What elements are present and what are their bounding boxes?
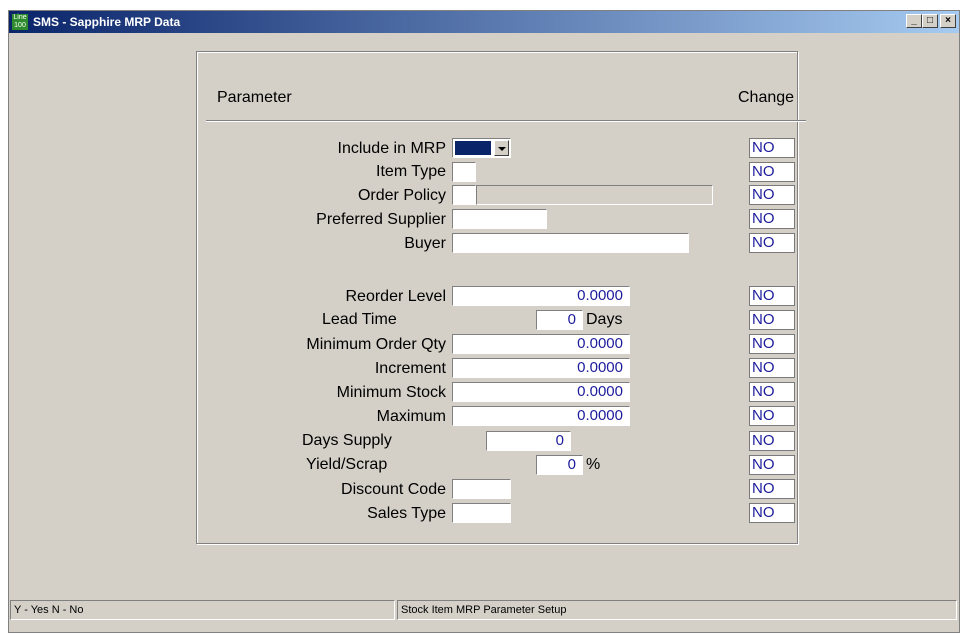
increment-change[interactable]: NO (749, 358, 795, 378)
sales-type-change[interactable]: NO (749, 503, 795, 523)
discount-code-change[interactable]: NO (749, 479, 795, 499)
minimum-order-qty-label: Minimum Order Qty (306, 336, 446, 353)
yield-scrap-unit: % (586, 456, 601, 473)
buyer-field[interactable] (452, 233, 689, 253)
sales-type-field[interactable] (452, 503, 511, 523)
selected-value-highlight (455, 141, 491, 155)
minimum-stock-label: Minimum Stock (336, 384, 446, 401)
parameter-header: Parameter (217, 89, 292, 106)
dropdown-button[interactable] (494, 140, 509, 156)
order-policy-description (476, 185, 713, 205)
item-type-label: Item Type (376, 163, 446, 180)
sales-type-label: Sales Type (367, 505, 446, 522)
include-in-mrp-label: Include in MRP (337, 140, 447, 157)
order-policy-label: Order Policy (357, 187, 446, 204)
maximize-button[interactable]: □ (922, 14, 938, 28)
status-help: Y - Yes N - No (10, 600, 395, 620)
maximum-change[interactable]: NO (749, 406, 795, 426)
include-in-mrp-select[interactable] (452, 138, 511, 158)
lead-time-label: Lead Time (322, 311, 397, 328)
discount-code-label: Discount Code (341, 481, 446, 498)
increment-label: Increment (374, 360, 446, 377)
title-bar: Line 100 SMS - Sapphire MRP Data _ □ × (9, 11, 959, 33)
app-icon: Line 100 (12, 14, 28, 30)
maximum-field[interactable]: 0.0000 (452, 406, 630, 426)
status-screen-name: Stock Item MRP Parameter Setup (397, 600, 957, 620)
yield-scrap-field[interactable]: 0 (536, 455, 583, 475)
minimize-button[interactable]: _ (906, 14, 922, 28)
lead-time-change[interactable]: NO (749, 310, 795, 330)
lead-time-field[interactable]: 0 (536, 310, 583, 330)
order-policy-change[interactable]: NO (749, 185, 795, 205)
maximum-label: Maximum (376, 408, 446, 425)
preferred-supplier-change[interactable]: NO (749, 209, 795, 229)
reorder-level-change[interactable]: NO (749, 286, 795, 306)
lead-time-unit: Days (586, 311, 623, 328)
minimum-order-qty-change[interactable]: NO (749, 334, 795, 354)
yield-scrap-label: Yield/Scrap (306, 456, 388, 473)
days-supply-label: Days Supply (302, 432, 392, 449)
order-policy-field[interactable] (452, 185, 476, 205)
discount-code-field[interactable] (452, 479, 511, 499)
close-button[interactable]: × (940, 14, 956, 28)
buyer-change[interactable]: NO (749, 233, 795, 253)
reorder-level-label: Reorder Level (345, 288, 447, 305)
reorder-level-field[interactable]: 0.0000 (452, 286, 630, 306)
header-divider (206, 120, 806, 122)
increment-field[interactable]: 0.0000 (452, 358, 630, 378)
item-type-change[interactable]: NO (749, 162, 795, 182)
preferred-supplier-label: Preferred Supplier (316, 211, 446, 228)
chevron-down-icon (498, 147, 506, 151)
change-header: Change (738, 89, 795, 106)
minimum-stock-change[interactable]: NO (749, 382, 795, 402)
days-supply-change[interactable]: NO (749, 431, 795, 451)
window-title: SMS - Sapphire MRP Data (33, 15, 181, 29)
days-supply-field[interactable]: 0 (486, 431, 571, 451)
include-in-mrp-change[interactable]: NO (749, 138, 795, 158)
buyer-label: Buyer (404, 235, 446, 252)
item-type-field[interactable] (452, 162, 476, 182)
minimum-stock-field[interactable]: 0.0000 (452, 382, 630, 402)
yield-scrap-change[interactable]: NO (749, 455, 795, 475)
minimum-order-qty-field[interactable]: 0.0000 (452, 334, 630, 354)
preferred-supplier-field[interactable] (452, 209, 547, 229)
